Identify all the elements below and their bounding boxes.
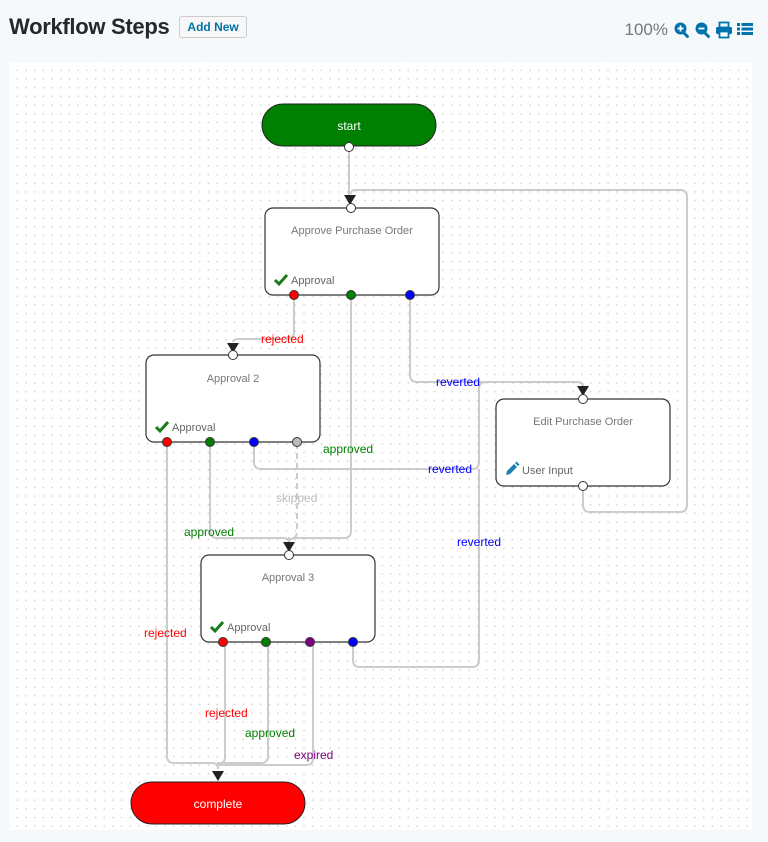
approval-2-skipped-port[interactable]	[292, 437, 302, 447]
approval-2-input-port[interactable]	[228, 350, 238, 360]
list-icon[interactable]	[736, 21, 754, 39]
step-type: Approval	[172, 422, 215, 434]
approval-3-expired-port[interactable]	[305, 637, 315, 647]
start-node[interactable]: start	[261, 103, 437, 147]
edge-label-a2-skipped: skipped	[276, 491, 317, 505]
edge-label-apo-rejected: rejected	[261, 332, 304, 346]
approve-po-rejected-port[interactable]	[289, 290, 299, 300]
workflow-diagram: start complete Approve Purchase Order Ap…	[130, 103, 688, 825]
step-approval-2[interactable]: Approval 2 Approval	[145, 354, 321, 443]
step-type: User Input	[522, 465, 573, 477]
complete-label: complete	[194, 797, 243, 811]
diagram-toolbar: 100%	[625, 20, 754, 40]
edit-po-input-port[interactable]	[578, 394, 588, 404]
edge-label-a3-reverted: reverted	[457, 535, 501, 549]
edge-a3-expired	[218, 643, 314, 766]
start-output-port[interactable]	[344, 142, 354, 152]
approval-3-input-port[interactable]	[284, 550, 294, 560]
approval-3-reverted-port[interactable]	[348, 637, 358, 647]
print-icon[interactable]	[715, 21, 733, 39]
add-new-button[interactable]: Add New	[179, 16, 247, 38]
start-label: start	[337, 119, 361, 133]
edge-apo-reverted	[409, 296, 584, 387]
step-approval-3[interactable]: Approval 3 Approval	[200, 554, 376, 643]
step-approve-purchase-order[interactable]: Approve Purchase Order Approval	[264, 207, 440, 296]
approve-po-input-port[interactable]	[346, 203, 356, 213]
zoom-in-icon[interactable]	[673, 21, 691, 39]
step-edit-purchase-order[interactable]: Edit Purchase Order User Input	[495, 398, 671, 487]
edit-po-output-port[interactable]	[578, 481, 588, 491]
edge-label-a2-reverted: reverted	[428, 462, 472, 476]
approve-po-approved-port[interactable]	[346, 290, 356, 300]
approval-3-approved-port[interactable]	[261, 637, 271, 647]
edge-label-a2-approved: approved	[184, 525, 234, 539]
approval-3-rejected-port[interactable]	[218, 637, 228, 647]
page-header: Workflow Steps Add New	[9, 14, 247, 40]
edge-label-apo-approved: approved	[323, 442, 373, 456]
approval-2-rejected-port[interactable]	[162, 437, 172, 447]
approval-2-reverted-port[interactable]	[249, 437, 259, 447]
page-title: Workflow Steps	[9, 14, 170, 39]
zoom-level: 100%	[624, 20, 668, 39]
step-title: Edit Purchase Order	[533, 416, 633, 428]
step-title: Approval 3	[262, 572, 315, 584]
zoom-out-icon[interactable]	[694, 21, 712, 39]
step-type: Approval	[227, 622, 270, 634]
edge-label-a2-rejected: rejected	[144, 626, 187, 640]
edge-label-a3-expired: expired	[294, 748, 333, 762]
workflow-canvas[interactable]: start complete Approve Purchase Order Ap…	[9, 62, 752, 830]
step-title: Approval 2	[207, 373, 260, 385]
step-title: Approve Purchase Order	[291, 225, 413, 237]
arrow-into-complete	[212, 771, 224, 781]
complete-node[interactable]: complete	[130, 781, 306, 825]
edge-label-apo-reverted: reverted	[436, 375, 480, 389]
step-type: Approval	[291, 275, 334, 287]
approval-2-approved-port[interactable]	[205, 437, 215, 447]
edge-label-a3-approved: approved	[245, 726, 295, 740]
approve-po-reverted-port[interactable]	[405, 290, 415, 300]
edge-label-a3-rejected: rejected	[205, 706, 248, 720]
